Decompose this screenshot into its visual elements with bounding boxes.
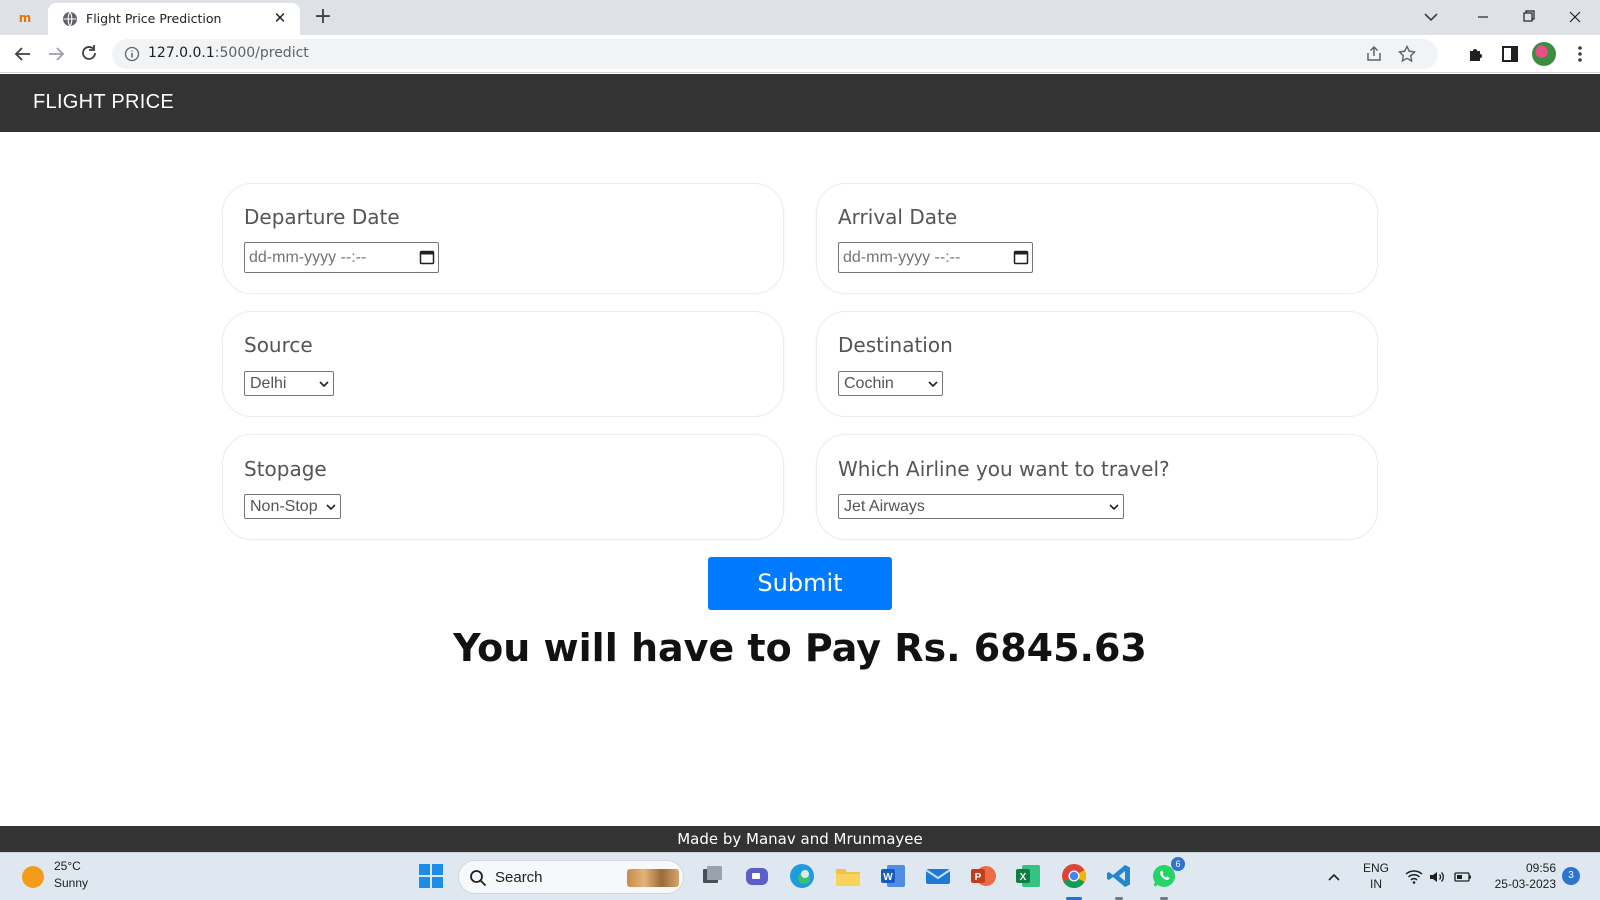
arrival-date-placeholder: dd-mm-yyyy --:-- <box>843 249 961 266</box>
departure-date-input[interactable]: dd-mm-yyyy --:-- <box>244 242 439 273</box>
word-icon[interactable]: W <box>879 862 907 890</box>
notification-count-badge[interactable]: 3 <box>1562 867 1580 885</box>
battery-icon[interactable] <box>1454 869 1472 885</box>
navbar-brand[interactable]: FLIGHT PRICE <box>33 91 174 114</box>
arrival-date-input[interactable]: dd-mm-yyyy --:-- <box>838 242 1033 273</box>
tab-title: Flight Price Prediction <box>86 11 222 26</box>
departure-date-placeholder: dd-mm-yyyy --:-- <box>249 249 367 266</box>
side-panel-icon[interactable] <box>1500 44 1520 64</box>
site-footer: Made by Manav and Mrunmayee <box>0 826 1600 852</box>
language-region[interactable]: IN <box>1360 877 1392 891</box>
stopage-select[interactable]: Non-Stop <box>244 494 341 519</box>
weather-temperature[interactable]: 25°C <box>54 859 81 873</box>
source-selected-value: Delhi <box>250 375 287 392</box>
star-icon[interactable] <box>1397 44 1417 64</box>
submit-button[interactable]: Submit <box>708 557 892 610</box>
file-explorer-icon[interactable] <box>834 862 862 890</box>
calendar-icon[interactable] <box>419 249 435 265</box>
airline-selected-value: Jet Airways <box>844 498 925 515</box>
mail-icon[interactable] <box>924 862 952 890</box>
volume-icon[interactable] <box>1428 869 1446 885</box>
browser-tabstrip: m Flight Price Prediction ✕ + <box>0 0 1600 35</box>
tab-close-icon[interactable]: ✕ <box>270 8 290 28</box>
source-card: Source Delhi <box>222 311 784 417</box>
search-highlight-image <box>627 869 679 887</box>
task-view-icon[interactable] <box>698 862 726 890</box>
url-text[interactable]: 127.0.0.1:5000/predict <box>148 45 309 61</box>
stopage-card: Stopage Non-Stop <box>222 434 784 540</box>
browser-tab-active[interactable]: Flight Price Prediction ✕ <box>48 3 300 35</box>
search-icon <box>470 870 487 887</box>
profile-avatar[interactable] <box>1532 42 1556 66</box>
back-icon[interactable] <box>10 41 36 67</box>
departure-date-card: Departure Date dd-mm-yyyy --:-- <box>222 183 784 294</box>
stopage-label: Stopage <box>244 457 327 481</box>
url-host: 127.0.0.1 <box>148 45 215 61</box>
stopage-selected-value: Non-Stop <box>250 498 318 515</box>
edge-browser-icon[interactable] <box>788 862 816 890</box>
wifi-icon[interactable] <box>1405 869 1423 885</box>
share-icon[interactable] <box>1364 44 1384 64</box>
reload-icon[interactable] <box>76 41 102 67</box>
tab-search-chevron-icon[interactable] <box>1408 3 1454 31</box>
clock-time[interactable]: 09:56 <box>1496 861 1556 875</box>
airline-select[interactable]: Jet Airways <box>838 494 1124 519</box>
taskbar-search-label: Search <box>495 869 543 886</box>
chevron-down-icon <box>1109 504 1119 511</box>
chevron-down-icon <box>319 381 329 388</box>
svg-text:X: X <box>1020 872 1027 883</box>
weather-description[interactable]: Sunny <box>54 876 88 890</box>
arrival-date-card: Arrival Date dd-mm-yyyy --:-- <box>816 183 1378 294</box>
destination-card: Destination Cochin <box>816 311 1378 417</box>
destination-selected-value: Cochin <box>844 375 894 392</box>
pinned-tab-icon[interactable]: m <box>14 8 36 28</box>
browser-toolbar: 127.0.0.1:5000/predict <box>0 35 1600 73</box>
source-select[interactable]: Delhi <box>244 371 334 396</box>
excel-icon[interactable]: X <box>1014 862 1042 890</box>
departure-date-label: Departure Date <box>244 205 400 229</box>
airline-card: Which Airline you want to travel? Jet Ai… <box>816 434 1378 540</box>
language-code[interactable]: ENG <box>1360 861 1392 875</box>
powerpoint-icon[interactable]: P <box>969 862 997 890</box>
windows-taskbar: 25°C Sunny Search W P X ENG IN 09:56 25-… <box>0 852 1600 900</box>
windows-start-icon[interactable] <box>417 862 445 890</box>
destination-select[interactable]: Cochin <box>838 371 943 396</box>
chevron-down-icon <box>326 504 336 511</box>
airline-label: Which Airline you want to travel? <box>838 457 1170 481</box>
whatsapp-unread-badge: 6 <box>1171 857 1185 871</box>
close-window-icon[interactable] <box>1552 3 1598 31</box>
chevron-down-icon <box>928 381 938 388</box>
weather-sun-icon[interactable] <box>22 866 44 888</box>
clock-date[interactable]: 25-03-2023 <box>1486 877 1556 891</box>
minimize-icon[interactable] <box>1460 3 1506 31</box>
svg-text:P: P <box>975 872 982 883</box>
taskbar-search-box[interactable]: Search <box>458 860 684 894</box>
calendar-icon[interactable] <box>1013 249 1029 265</box>
forward-icon[interactable] <box>43 41 69 67</box>
info-icon[interactable] <box>124 46 140 62</box>
menu-kebab-icon[interactable] <box>1570 42 1590 66</box>
restore-icon[interactable] <box>1506 3 1552 31</box>
chrome-icon[interactable] <box>1060 862 1088 890</box>
svg-text:W: W <box>883 872 893 883</box>
extensions-icon[interactable] <box>1467 44 1487 64</box>
destination-label: Destination <box>838 333 953 357</box>
teams-chat-icon[interactable] <box>743 862 771 890</box>
url-path: :5000/predict <box>214 45 309 61</box>
predicted-price-result: You will have to Pay Rs. 6845.63 <box>453 626 1147 670</box>
source-label: Source <box>244 333 313 357</box>
chevron-up-icon[interactable] <box>1325 869 1343 885</box>
address-bar[interactable]: 127.0.0.1:5000/predict <box>112 39 1438 69</box>
arrival-date-label: Arrival Date <box>838 205 958 229</box>
new-tab-button[interactable]: + <box>311 6 335 30</box>
globe-icon <box>63 11 77 27</box>
vscode-icon[interactable] <box>1105 862 1133 890</box>
site-navbar: FLIGHT PRICE <box>0 74 1600 132</box>
